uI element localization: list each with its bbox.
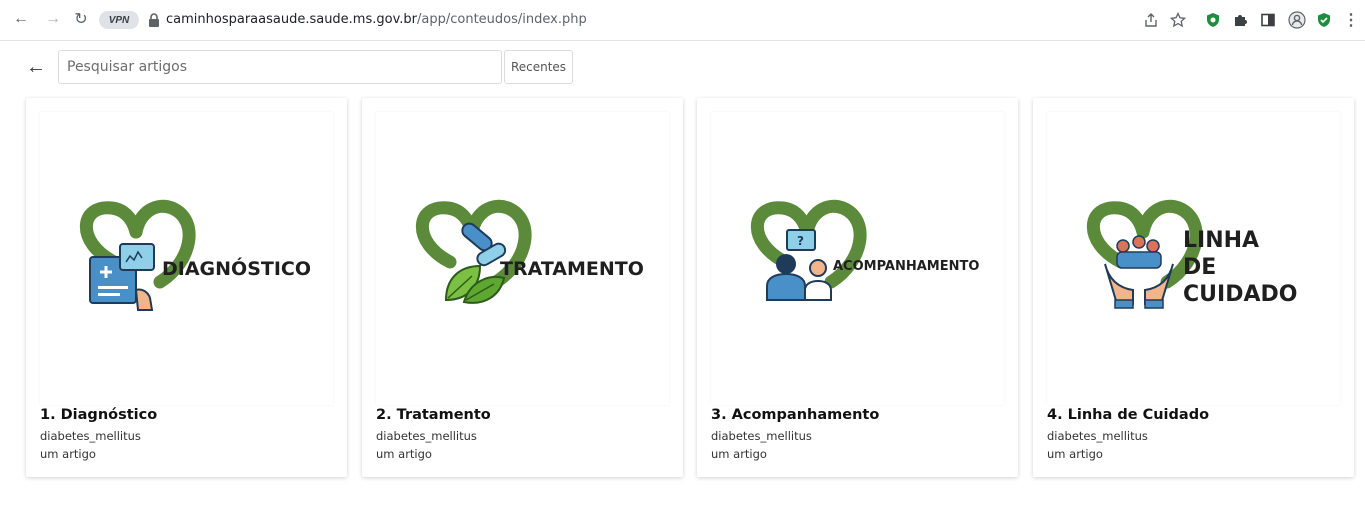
recent-button[interactable]: Recentes xyxy=(504,50,573,84)
share-icon[interactable] xyxy=(1141,10,1161,30)
card-article-count: um artigo xyxy=(376,447,432,461)
side-panel-icon[interactable] xyxy=(1258,10,1278,30)
card-thumbnail: ? ACOMPANHAMENTO xyxy=(711,112,1004,405)
article-card-acompanhamento[interactable]: ? ACOMPANHAMENTO 3. Acompanhamento diabe… xyxy=(697,98,1018,477)
card-article-count: um artigo xyxy=(711,447,767,461)
card-logo-text: ACOMPANHAMENTO xyxy=(833,259,980,274)
url-path: /app/conteudos/index.php xyxy=(417,12,587,27)
card-thumbnail: TRATAMENTO xyxy=(376,112,669,405)
reload-icon[interactable]: ↻ xyxy=(70,8,92,30)
address-bar[interactable]: caminhosparaasaude.saude.ms.gov.br/app/c… xyxy=(166,12,587,27)
bookmark-star-icon[interactable] xyxy=(1168,10,1188,30)
card-article-count: um artigo xyxy=(40,447,96,461)
browser-forward-icon[interactable]: → xyxy=(42,8,64,30)
card-thumbnail: DIAGNÓSTICO xyxy=(40,112,333,405)
card-thumbnail: LINHA DE CUIDADO xyxy=(1047,112,1340,405)
browser-back-icon[interactable]: ← xyxy=(10,8,32,30)
card-logo-text-line-2: DE xyxy=(1183,255,1217,280)
browser-toolbar: ← → ↻ VPN caminhosparaasaude.saude.ms.go… xyxy=(0,0,1365,41)
card-title[interactable]: 4. Linha de Cuidado xyxy=(1047,407,1209,423)
card-tag: diabetes_mellitus xyxy=(376,429,477,443)
card-title[interactable]: 1. Diagnóstico xyxy=(40,407,157,423)
browser-menu-icon[interactable]: ⋮ xyxy=(1341,10,1361,30)
back-arrow-icon[interactable]: ← xyxy=(26,56,48,78)
svg-text:?: ? xyxy=(797,234,804,248)
card-title[interactable]: 2. Tratamento xyxy=(376,407,491,423)
url-host: caminhosparaasaude.saude.ms.gov.br xyxy=(166,12,417,27)
article-card-diagnostico[interactable]: DIAGNÓSTICO 1. Diagnóstico diabetes_mell… xyxy=(26,98,347,477)
card-article-count: um artigo xyxy=(1047,447,1103,461)
puzzle-extensions-icon[interactable] xyxy=(1230,10,1250,30)
lock-icon[interactable] xyxy=(148,13,160,27)
card-title[interactable]: 3. Acompanhamento xyxy=(711,407,879,423)
article-card-linha-de-cuidado[interactable]: LINHA DE CUIDADO 4. Linha de Cuidado dia… xyxy=(1033,98,1354,477)
article-card-tratamento[interactable]: TRATAMENTO 2. Tratamento diabetes_mellit… xyxy=(362,98,683,477)
card-logo-text: DIAGNÓSTICO xyxy=(162,258,312,280)
card-logo-text-line-3: CUIDADO xyxy=(1183,282,1298,307)
shield-extension-icon[interactable] xyxy=(1203,10,1223,30)
card-logo-text: TRATAMENTO xyxy=(500,258,644,280)
card-logo-text-line-1: LINHA xyxy=(1183,228,1260,253)
card-tag: diabetes_mellitus xyxy=(711,429,812,443)
card-tag: diabetes_mellitus xyxy=(1047,429,1148,443)
check-shield-icon[interactable] xyxy=(1314,10,1334,30)
search-input[interactable] xyxy=(58,50,502,84)
vpn-badge[interactable]: VPN xyxy=(99,11,139,29)
card-tag: diabetes_mellitus xyxy=(40,429,141,443)
profile-avatar-icon[interactable] xyxy=(1287,10,1307,30)
